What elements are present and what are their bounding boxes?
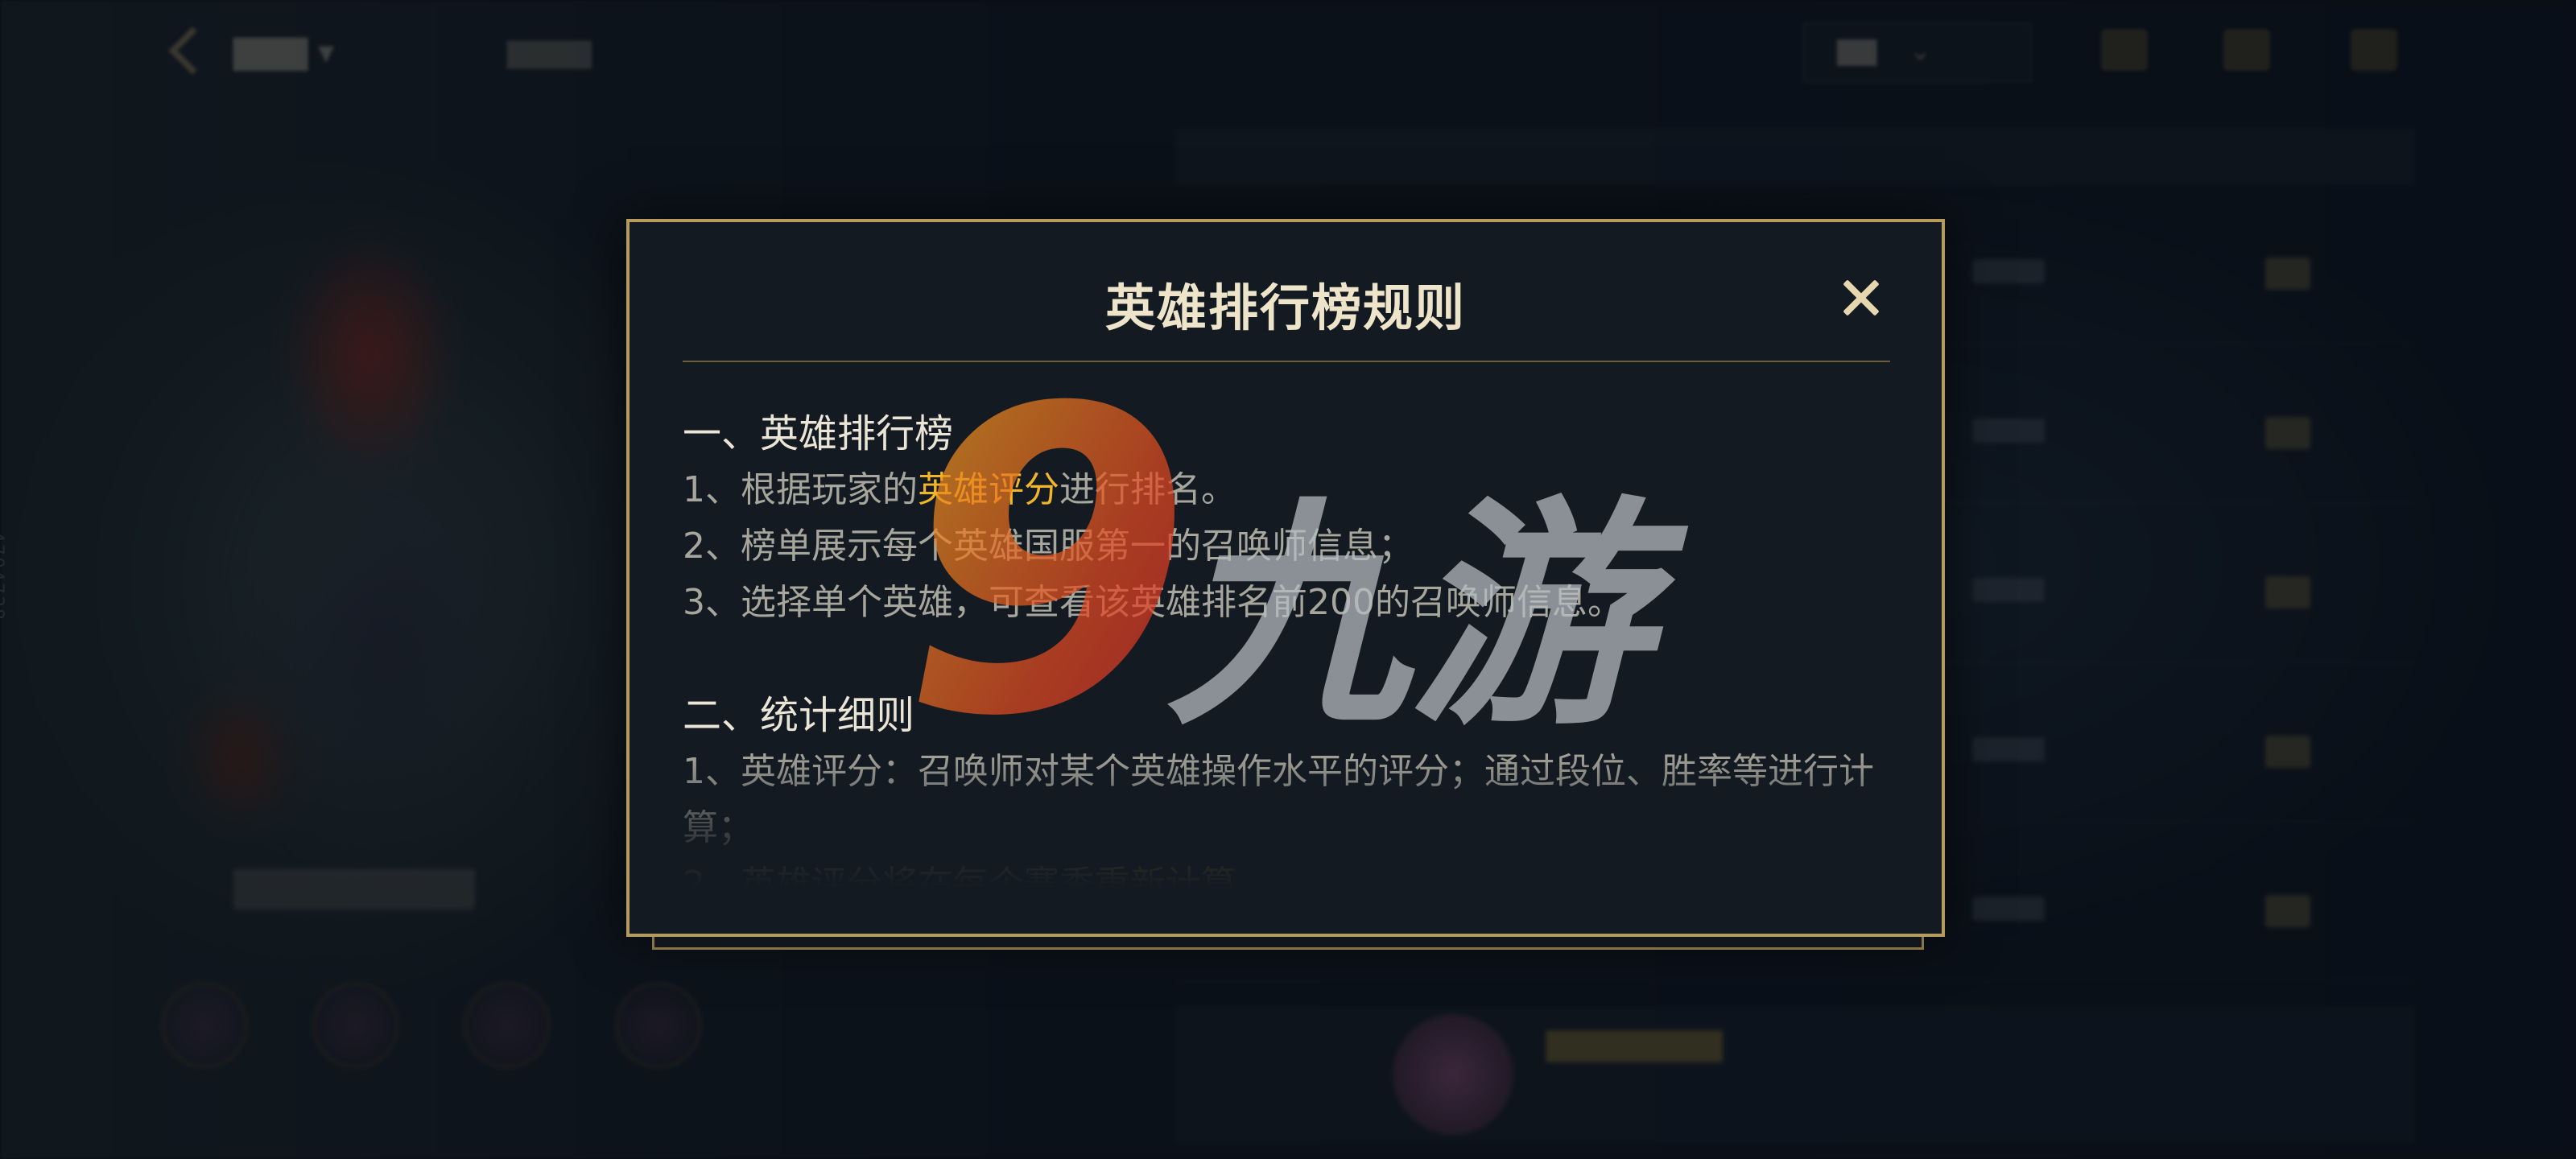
rule-line: 2、英雄评分将在每个赛季重新计算。 bbox=[683, 856, 1890, 889]
rule-line: 1、英雄评分：召唤师对某个英雄操作水平的评分；通过段位、胜率等进行计算； bbox=[683, 751, 1874, 848]
dialog-title: 英雄排行榜规则 bbox=[1104, 278, 1466, 337]
section-title: 一、英雄排行榜 bbox=[683, 411, 954, 456]
rule-line: 2、榜单展示每个英雄国服第一的召唤师信息； bbox=[683, 526, 1414, 567]
dialog-bottom-frame bbox=[652, 937, 1924, 950]
rule-line: 3、选择单个英雄，可查看该英雄排名前200的召唤师信息。 bbox=[683, 582, 1623, 623]
divider bbox=[683, 361, 1890, 362]
highlight-text: 重新计算 bbox=[1095, 864, 1236, 889]
rule-line: 1、根据玩家的英雄评分进行排名。 bbox=[683, 469, 1236, 510]
rules-dialog: 英雄排行榜规则 一、英雄排行榜 1、根据玩家的英雄评分进行排名。 2、榜单展示每… bbox=[626, 219, 1945, 937]
section-title: 二、统计细则 bbox=[683, 693, 915, 738]
highlight-text: 英雄评分 bbox=[918, 469, 1059, 510]
close-icon[interactable] bbox=[1831, 267, 1892, 328]
rules-content[interactable]: 一、英雄排行榜 1、根据玩家的英雄评分进行排名。 2、榜单展示每个英雄国服第一的… bbox=[683, 406, 1890, 889]
